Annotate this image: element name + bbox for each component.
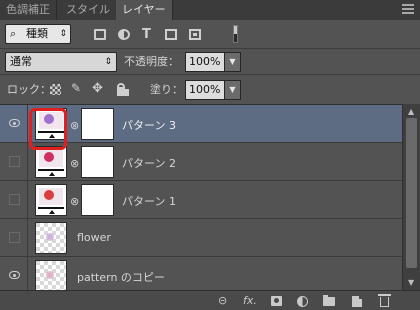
layer-mask-thumbnail[interactable] (81, 146, 114, 178)
visibility-empty-box[interactable] (9, 232, 20, 243)
filter-adjustment-layer-icon[interactable] (118, 29, 130, 40)
layer-thumbnail[interactable] (35, 146, 67, 178)
layer-name: パターン 3 (122, 119, 176, 132)
filter-toggle-switch[interactable] (233, 25, 238, 43)
layer-name: pattern のコピー (77, 271, 165, 284)
visibility-cell[interactable] (0, 181, 28, 219)
delete-layer-trash-icon[interactable] (378, 294, 391, 307)
link-chain-icon[interactable]: ⊗ (70, 157, 79, 170)
lock-all-icon[interactable] (117, 83, 129, 96)
new-adjustment-layer-icon[interactable] (297, 296, 308, 307)
visibility-empty-box[interactable] (9, 156, 20, 167)
new-layer-icon[interactable] (352, 296, 362, 307)
select-arrow-icon: ⇕ (104, 57, 112, 67)
filter-row: ⌕ 種類 ⇕ T (0, 20, 420, 48)
scroll-up-icon[interactable]: ▲ (408, 107, 414, 116)
layer-style-fx-icon[interactable]: fx. (243, 295, 257, 307)
tab-layers[interactable]: レイヤー (116, 0, 173, 20)
filter-shape-layer-icon[interactable] (165, 29, 177, 40)
filter-type-layer-icon[interactable]: T (142, 28, 154, 41)
panel-tab-bar: 色調補正 スタイル レイヤー (0, 0, 420, 20)
lock-label: ロック： (7, 83, 51, 96)
add-mask-icon[interactable] (271, 296, 282, 306)
search-icon: ⌕ (10, 27, 17, 40)
opacity-input[interactable]: 100% (185, 52, 225, 72)
layer-name: パターン 1 (122, 195, 176, 208)
eye-icon[interactable] (9, 119, 20, 127)
layer-row[interactable]: pattern のコピー (0, 257, 402, 290)
lock-row: ロック： ✎ ✥ 塗り： 100% ▼ (0, 74, 420, 104)
visibility-empty-box[interactable] (9, 194, 20, 205)
panel-menu-icon[interactable] (402, 4, 414, 16)
filter-pixel-layer-icon[interactable] (94, 29, 106, 40)
visibility-cell[interactable] (0, 219, 28, 257)
blend-row: 通常 ⇕ 不透明度： 100% ▼ (0, 48, 420, 74)
tab-adjustments[interactable]: 色調補正 (0, 0, 57, 20)
scrollbar-thumb[interactable] (406, 118, 417, 268)
layer-row[interactable]: flower (0, 219, 402, 257)
lock-image-pixels-icon[interactable]: ✎ (71, 82, 82, 94)
visibility-cell[interactable] (0, 143, 28, 181)
layer-mask-thumbnail[interactable] (81, 108, 114, 140)
lock-transparent-pixels-icon[interactable] (50, 84, 61, 95)
fill-input[interactable]: 100% (185, 80, 225, 100)
thumbnail-highlight-annotation (29, 108, 67, 150)
layer-thumbnail[interactable] (35, 184, 67, 216)
layer-row[interactable]: ⊗ パターン 1 (0, 181, 402, 219)
layer-thumbnail[interactable] (35, 222, 67, 254)
fill-stepper-button[interactable]: ▼ (225, 80, 241, 100)
link-chain-icon[interactable]: ⊗ (70, 119, 79, 132)
lock-position-icon[interactable]: ✥ (92, 82, 103, 95)
flower-swatch (44, 190, 54, 200)
blend-mode-select[interactable]: 通常 ⇕ (5, 52, 117, 72)
eye-icon[interactable] (9, 271, 20, 279)
visibility-cell[interactable] (0, 257, 28, 290)
link-chain-icon[interactable]: ⊗ (70, 195, 79, 208)
flower-swatch (44, 152, 54, 162)
filter-kind-label: 種類 (26, 27, 48, 40)
new-group-folder-icon[interactable] (323, 295, 335, 306)
layers-panel: 色調補正 スタイル レイヤー ⌕ 種類 ⇕ T 通常 ⇕ 不透明度： 100% … (0, 0, 420, 310)
fill-label: 塗り： (150, 83, 183, 96)
layer-list-scrollbar[interactable]: ▲ ▼ (402, 104, 420, 290)
scroll-down-icon[interactable]: ▼ (408, 278, 414, 287)
layer-name: パターン 2 (122, 157, 176, 170)
layer-thumbnail[interactable] (35, 260, 67, 290)
filter-smart-object-icon[interactable] (189, 29, 201, 40)
layer-mask-thumbnail[interactable] (81, 184, 114, 216)
layer-name: flower (77, 231, 111, 244)
visibility-cell[interactable] (0, 105, 28, 143)
opacity-stepper-button[interactable]: ▼ (225, 52, 241, 72)
link-layers-icon[interactable]: ⊝ (218, 295, 227, 307)
filter-kind-select[interactable]: ⌕ 種類 ⇕ (5, 24, 71, 44)
blend-mode-value: 通常 (10, 55, 32, 68)
tab-styles[interactable]: スタイル (60, 0, 117, 20)
select-arrow-icon: ⇕ (59, 29, 67, 39)
layers-footer-toolbar: ⊝ fx. (0, 290, 420, 310)
opacity-label: 不透明度： (124, 55, 179, 68)
